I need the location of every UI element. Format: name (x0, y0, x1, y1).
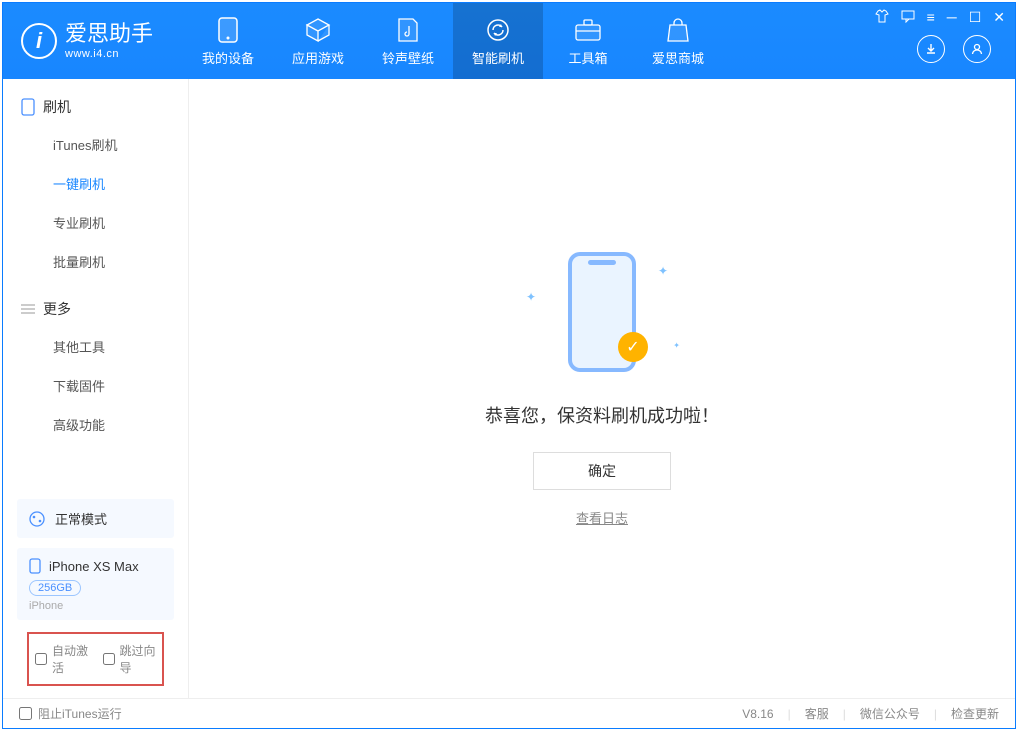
top-nav: 我的设备 应用游戏 铃声壁纸 智能刷机 工具箱 爱思商城 (183, 3, 723, 79)
app-logo: i 爱思助手 www.i4.cn (21, 22, 153, 59)
group-label: 更多 (43, 299, 71, 319)
options-row: 自动激活 跳过向导 (27, 632, 164, 686)
mode-card[interactable]: 正常模式 (17, 499, 174, 538)
sidebar-item-advanced[interactable]: 高级功能 (3, 405, 188, 444)
sidebar-item-download-firmware[interactable]: 下载固件 (3, 366, 188, 405)
maximize-button[interactable]: ☐ (969, 9, 982, 26)
confirm-button[interactable]: 确定 (533, 452, 671, 490)
nav-my-device[interactable]: 我的设备 (183, 3, 273, 79)
device-type-label: iPhone (29, 600, 162, 612)
skip-guide-checkbox[interactable]: 跳过向导 (103, 642, 157, 676)
nav-ringtones[interactable]: 铃声壁纸 (363, 3, 453, 79)
view-log-link[interactable]: 查看日志 (576, 508, 628, 527)
support-link[interactable]: 客服 (805, 705, 829, 722)
music-file-icon (397, 16, 419, 44)
status-bar: 阻止iTunes运行 V8.16 | 客服 | 微信公众号 | 检查更新 (3, 698, 1015, 728)
device-icon (218, 16, 238, 44)
device-name-label: iPhone XS Max (49, 559, 139, 574)
version-label: V8.16 (742, 707, 773, 721)
sidebar-group-flash: 刷机 (3, 97, 188, 125)
sidebar-item-other-tools[interactable]: 其他工具 (3, 327, 188, 366)
sparkle-icon: ✦ (658, 264, 668, 278)
download-icon[interactable] (917, 35, 945, 63)
sidebar-item-oneclick-flash[interactable]: 一键刷机 (3, 164, 188, 203)
device-storage-pill: 256GB (29, 580, 81, 596)
success-illustration: ✦ ✦ ✦ ✓ (522, 250, 682, 380)
device-card[interactable]: iPhone XS Max 256GB iPhone (17, 548, 174, 620)
sparkle-icon: ✦ (526, 290, 536, 304)
close-button[interactable]: ✕ (993, 9, 1005, 26)
group-label: 刷机 (43, 97, 71, 117)
nav-label: 爱思商城 (652, 48, 704, 67)
shirt-icon[interactable] (875, 9, 889, 26)
app-title: 爱思助手 (65, 22, 153, 46)
sidebar-item-batch-flash[interactable]: 批量刷机 (3, 242, 188, 281)
titlebar: i 爱思助手 www.i4.cn 我的设备 应用游戏 铃声壁纸 智能刷机 (3, 3, 1015, 79)
nav-apps-games[interactable]: 应用游戏 (273, 3, 363, 79)
success-message: 恭喜您，保资料刷机成功啦！ (485, 402, 719, 428)
cube-icon (305, 16, 331, 44)
feedback-icon[interactable] (901, 9, 915, 26)
phone-icon (21, 98, 35, 116)
sidebar-group-more: 更多 (3, 299, 188, 327)
sidebar-item-pro-flash[interactable]: 专业刷机 (3, 203, 188, 242)
nav-store[interactable]: 爱思商城 (633, 3, 723, 79)
logo-icon: i (21, 23, 57, 59)
sparkle-icon: ✦ (673, 341, 680, 350)
nav-label: 应用游戏 (292, 48, 344, 67)
opt-label: 跳过向导 (120, 642, 157, 676)
menu-icon[interactable]: ≡ (927, 9, 935, 26)
app-subtitle: www.i4.cn (65, 48, 153, 60)
sidebar-item-itunes-flash[interactable]: iTunes刷机 (3, 125, 188, 164)
opt-label: 自动激活 (52, 642, 89, 676)
main-content: ✦ ✦ ✦ ✓ 恭喜您，保资料刷机成功啦！ 确定 查看日志 (189, 79, 1015, 698)
check-icon: ✓ (618, 332, 648, 362)
nav-smart-flash[interactable]: 智能刷机 (453, 3, 543, 79)
header-right-icons (917, 35, 991, 63)
list-icon (21, 303, 35, 315)
nav-label: 铃声壁纸 (382, 48, 434, 67)
bag-icon (666, 16, 690, 44)
auto-activate-checkbox[interactable]: 自动激活 (35, 642, 89, 676)
check-update-link[interactable]: 检查更新 (951, 705, 999, 722)
nav-label: 我的设备 (202, 48, 254, 67)
device-phone-icon (29, 558, 41, 574)
nav-toolbox[interactable]: 工具箱 (543, 3, 633, 79)
nav-label: 工具箱 (569, 48, 608, 67)
window-controls: ≡ ─ ☐ ✕ (875, 9, 1005, 26)
minimize-button[interactable]: ─ (947, 9, 957, 26)
sidebar: 刷机 iTunes刷机 一键刷机 专业刷机 批量刷机 更多 其 (3, 79, 189, 698)
wechat-link[interactable]: 微信公众号 (860, 705, 920, 722)
toolbox-icon (574, 16, 602, 44)
nav-label: 智能刷机 (472, 48, 524, 67)
block-itunes-checkbox[interactable]: 阻止iTunes运行 (19, 705, 122, 722)
mode-icon (29, 511, 45, 527)
user-icon[interactable] (963, 35, 991, 63)
mode-label: 正常模式 (55, 509, 107, 528)
refresh-shield-icon (485, 16, 511, 44)
block-itunes-label: 阻止iTunes运行 (38, 705, 122, 722)
